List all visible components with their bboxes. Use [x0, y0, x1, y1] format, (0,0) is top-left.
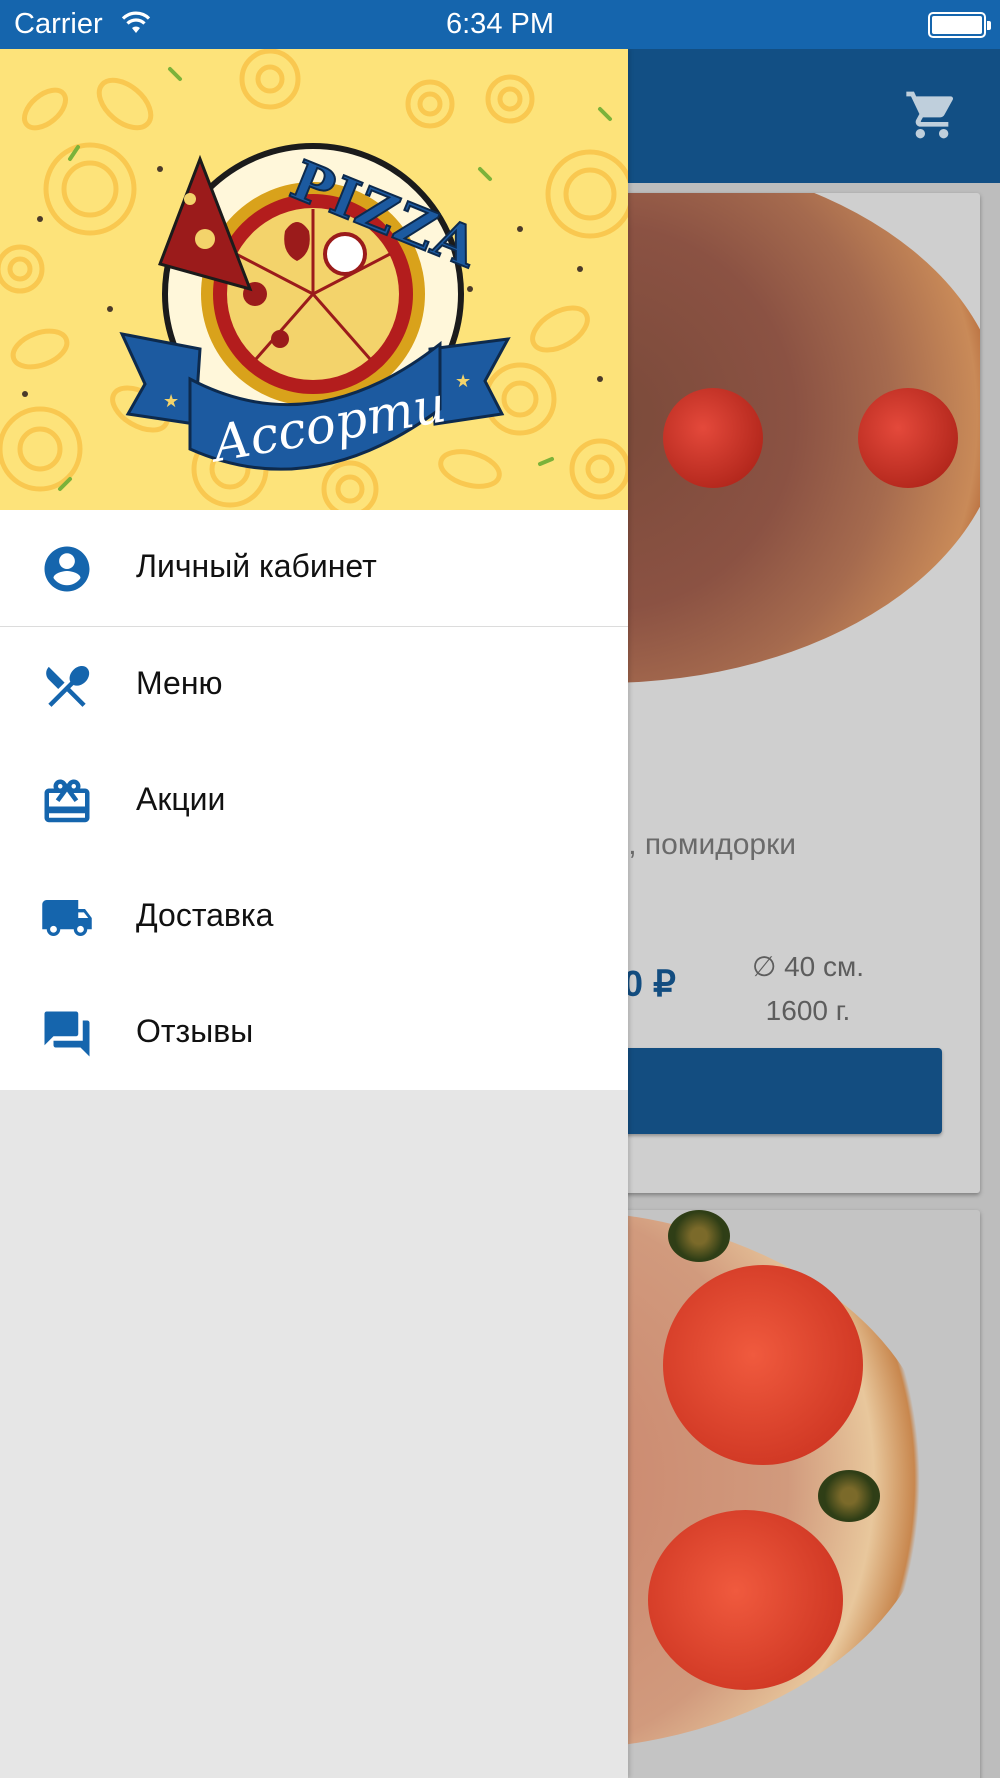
cart-icon	[906, 91, 954, 139]
navigation-drawer: PIZZA ★ ★ Ассорти Личный кабинет Меню Ак…	[0, 49, 628, 1778]
svg-text:★: ★	[455, 371, 471, 391]
status-bar: Carrier 6:34 PM	[0, 0, 1000, 49]
menu-item-delivery[interactable]: Доставка	[0, 859, 628, 975]
drawer-menu: Личный кабинет Меню Акции Доставка Отзыв…	[0, 510, 628, 1090]
chat-icon	[40, 1007, 94, 1061]
menu-item-label: Доставка	[136, 897, 274, 933]
menu-item-account[interactable]: Личный кабинет	[0, 510, 628, 627]
product-diameter: ∅ 40 см.	[751, 951, 865, 982]
fork-spoon-icon	[40, 659, 94, 713]
clock: 6:34 PM	[446, 8, 554, 40]
product-size-info: ∅ 40 см. 1600 г.	[728, 945, 888, 1033]
menu-item-menu[interactable]: Меню	[0, 627, 628, 743]
battery-icon	[928, 12, 991, 38]
add-to-cart-button[interactable]	[588, 1048, 942, 1134]
menu-item-label: Личный кабинет	[136, 548, 377, 584]
menu-item-label: Отзывы	[136, 1013, 254, 1049]
svg-text:★: ★	[163, 391, 179, 411]
menu-item-promotions[interactable]: Акции	[0, 743, 628, 859]
product-weight: 1600 г.	[765, 995, 851, 1026]
pizza-logo: PIZZA ★ ★ Ассорти	[0, 49, 628, 510]
gift-card-icon	[40, 775, 94, 829]
truck-icon	[40, 891, 94, 945]
menu-item-label: Акции	[136, 781, 226, 817]
account-circle-icon	[40, 542, 94, 596]
menu-item-label: Меню	[136, 665, 223, 701]
menu-item-reviews[interactable]: Отзывы	[0, 975, 628, 1091]
drawer-header: PIZZA ★ ★ Ассорти	[0, 49, 628, 510]
cart-button[interactable]	[904, 87, 960, 143]
